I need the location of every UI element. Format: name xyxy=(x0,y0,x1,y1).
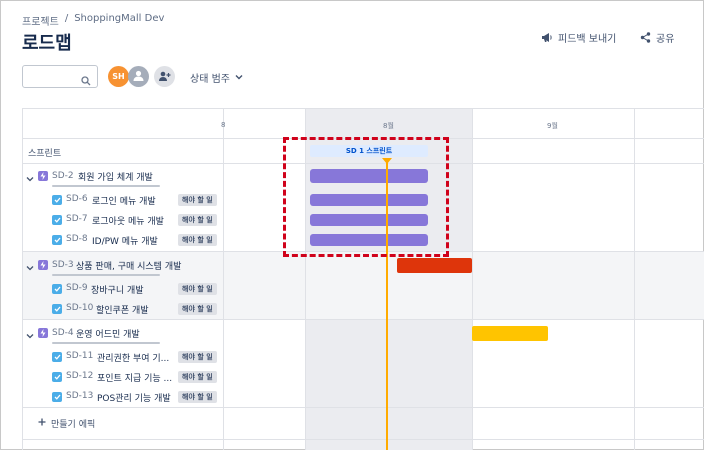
task-title: 포인트 지급 기능 ... xyxy=(97,374,173,384)
epic-progress-bar xyxy=(52,274,160,276)
task-title: 장바구니 개발 xyxy=(91,286,144,296)
add-person-icon xyxy=(158,70,171,84)
task-row-sd-6[interactable]: SD-6 로그인 메뉴 개발 해야 할 일 xyxy=(22,190,222,210)
task-key: SD-6 xyxy=(66,194,88,204)
epic-key: SD-4 xyxy=(52,328,74,338)
task-row-sd-11[interactable]: SD-11 관리권한 부여 기... 해야 할 일 xyxy=(22,347,222,367)
breadcrumb-separator: / xyxy=(64,13,69,24)
status-badge: 해야 할 일 xyxy=(178,194,217,206)
search-icon xyxy=(81,71,91,90)
epic-row-sd-2[interactable]: SD-2 회원 가입 체계 개발 xyxy=(22,166,222,186)
epic-icon xyxy=(38,328,48,338)
chevron-down-icon xyxy=(235,72,243,83)
sprint-row-label: 스프린트 xyxy=(28,149,62,159)
breadcrumb: 프로젝트 / ShoppingMall Dev xyxy=(22,13,164,28)
status-badge: 해야 할 일 xyxy=(178,214,217,226)
row-divider xyxy=(23,319,704,320)
checkbox-icon xyxy=(52,235,62,245)
epic-key: SD-3 xyxy=(52,260,74,270)
breadcrumb-projects-link[interactable]: 프로젝트 xyxy=(22,13,59,28)
task-title: ID/PW 메뉴 개발 xyxy=(92,237,158,247)
create-epic-label: 만들기 에픽 xyxy=(51,420,96,430)
avatar-user[interactable] xyxy=(128,66,149,87)
chevron-down-icon[interactable] xyxy=(26,324,34,343)
epic-key: SD-2 xyxy=(52,171,74,181)
status-badge: 해야 할 일 xyxy=(178,303,217,315)
task-row-sd-12[interactable]: SD-12 포인트 지급 기능 ... 해야 할 일 xyxy=(22,367,222,387)
epic-bar-sd-4[interactable] xyxy=(472,326,548,341)
task-title: 로그아웃 메뉴 개발 xyxy=(92,217,164,227)
add-people-button[interactable] xyxy=(154,66,175,87)
status-badge: 해야 할 일 xyxy=(178,234,217,246)
share-button[interactable]: 공유 xyxy=(640,30,674,45)
epic-icon xyxy=(38,260,48,270)
status-filter-label: 상태 범주 xyxy=(190,74,230,85)
epic-bar-sd-3[interactable] xyxy=(397,258,472,273)
task-title: 로그인 메뉴 개발 xyxy=(92,197,156,207)
task-key: SD-11 xyxy=(66,351,94,361)
status-category-filter[interactable]: 상태 범주 xyxy=(190,70,243,85)
task-key: SD-13 xyxy=(66,391,94,401)
task-title: POS관리 기능 개발 xyxy=(97,394,171,404)
month-label-september: 9월 xyxy=(547,122,558,130)
task-row-sd-9[interactable]: SD-9 장바구니 개발 해야 할 일 xyxy=(22,279,222,299)
avatar-sh[interactable]: SH xyxy=(108,66,129,87)
checkbox-icon xyxy=(52,392,62,402)
column-divider xyxy=(634,109,635,450)
task-title: 할인쿠폰 개발 xyxy=(96,306,149,316)
feedback-button[interactable]: 피드백 보내기 xyxy=(541,30,616,45)
epic-progress-bar xyxy=(52,185,160,187)
search-box xyxy=(22,65,98,90)
status-badge: 해야 할 일 xyxy=(178,371,217,383)
checkbox-icon xyxy=(52,215,62,225)
sprint-highlight-annotation xyxy=(283,137,449,257)
task-key: SD-12 xyxy=(66,371,94,381)
status-badge: 해야 할 일 xyxy=(178,283,217,295)
share-icon xyxy=(640,32,651,43)
status-badge: 해야 할 일 xyxy=(178,351,217,363)
checkbox-icon xyxy=(52,352,62,362)
column-divider xyxy=(472,109,473,450)
breadcrumb-project-name-link[interactable]: ShoppingMall Dev xyxy=(74,13,164,28)
task-row-sd-7[interactable]: SD-7 로그아웃 메뉴 개발 해야 할 일 xyxy=(22,210,222,230)
task-row-sd-10[interactable]: SD-10 할인쿠폰 개발 해야 할 일 xyxy=(22,299,222,319)
person-icon xyxy=(132,69,145,84)
share-label: 공유 xyxy=(656,34,675,45)
checkbox-icon xyxy=(52,284,62,294)
task-key: SD-8 xyxy=(66,234,88,244)
task-key: SD-9 xyxy=(66,283,88,293)
month-label-partial: 8 xyxy=(221,121,226,129)
task-title: 관리권한 부여 기... xyxy=(97,354,170,364)
epic-title: 운영 어드민 개발 xyxy=(76,329,140,340)
epic-icon xyxy=(38,171,48,181)
month-label-august: 8월 xyxy=(383,122,394,130)
checkbox-icon xyxy=(52,195,62,205)
megaphone-icon xyxy=(541,32,553,43)
chevron-down-icon[interactable] xyxy=(26,256,34,275)
timeline-header: 8 8월 9월 xyxy=(23,109,704,139)
checkbox-icon xyxy=(52,304,62,314)
row-divider xyxy=(23,439,704,440)
task-row-sd-13[interactable]: SD-13 POS관리 기능 개발 해야 할 일 xyxy=(22,387,222,407)
create-epic-button[interactable]: 만들기 에픽 xyxy=(38,417,95,430)
chevron-down-icon[interactable] xyxy=(26,167,34,186)
search-input[interactable] xyxy=(23,68,75,89)
feedback-label: 피드백 보내기 xyxy=(558,34,617,45)
epic-row-sd-3[interactable]: SD-3 상품 판매, 구매 시스템 개발 xyxy=(22,255,222,275)
epic-progress-bar xyxy=(52,342,160,344)
task-row-sd-8[interactable]: SD-8 ID/PW 메뉴 개발 해야 할 일 xyxy=(22,230,222,250)
plus-icon xyxy=(38,418,46,429)
epic-title: 회원 가입 체계 개발 xyxy=(78,172,153,183)
row-divider xyxy=(23,407,704,408)
page-title: 로드맵 xyxy=(22,33,72,54)
column-divider xyxy=(223,109,224,450)
epic-title: 상품 판매, 구매 시스템 개발 xyxy=(76,261,182,272)
status-badge: 해야 할 일 xyxy=(178,391,217,403)
epic-row-sd-4[interactable]: SD-4 운영 어드민 개발 xyxy=(22,323,222,343)
task-key: SD-7 xyxy=(66,214,88,224)
task-key: SD-10 xyxy=(66,303,94,313)
checkbox-icon xyxy=(52,372,62,382)
